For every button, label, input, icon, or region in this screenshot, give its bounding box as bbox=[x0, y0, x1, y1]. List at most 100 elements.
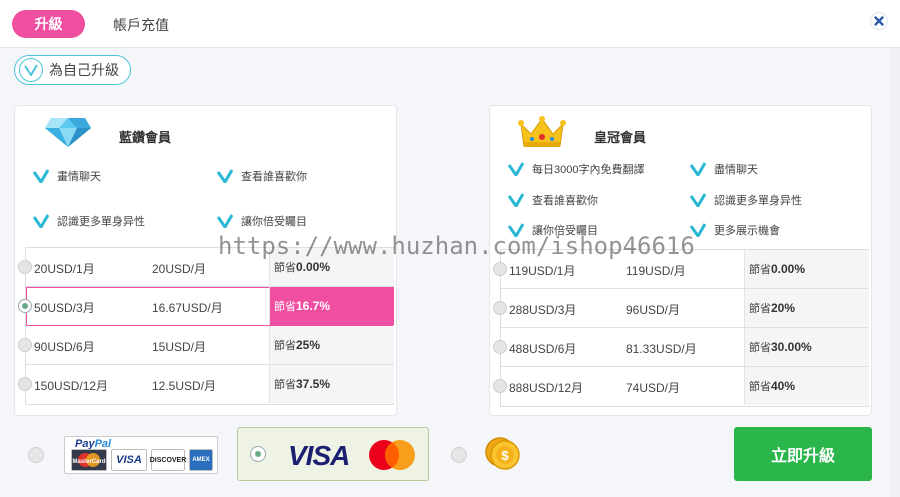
price-monthly: 20USD/月 bbox=[152, 262, 207, 276]
price-period: 150USD/12月 bbox=[34, 379, 109, 393]
price-radio[interactable] bbox=[493, 379, 507, 393]
coin-radio[interactable] bbox=[451, 447, 467, 463]
mastercard-icon: MasterCard bbox=[71, 449, 107, 471]
price-monthly: 74USD/月 bbox=[626, 381, 681, 395]
scrollbar[interactable] bbox=[890, 48, 900, 497]
price-saving: 節省 16.7% bbox=[269, 287, 394, 325]
visa-logo: VISA bbox=[288, 440, 350, 471]
price-period: 90USD/6月 bbox=[34, 340, 95, 354]
price-saving: 節省 40% bbox=[744, 367, 869, 405]
price-monthly: 81.33USD/月 bbox=[626, 342, 697, 356]
price-option[interactable]: 119USD/1月 119USD/月 節省 0.00% bbox=[493, 250, 869, 289]
price-option[interactable]: 288USD/3月 96USD/月 節省 20% bbox=[493, 289, 869, 328]
feature-label: 認識更多單身异性 bbox=[714, 195, 802, 207]
svg-text:MasterCard: MasterCard bbox=[72, 459, 105, 465]
feature-item: 查看誰喜歡你 bbox=[508, 192, 598, 208]
tab-upgrade[interactable]: 升級 bbox=[12, 10, 85, 38]
tab-account-topup[interactable]: 帳戶充值 bbox=[113, 15, 169, 35]
check-icon bbox=[690, 162, 706, 176]
feature-item: 畫情聊天 bbox=[33, 168, 101, 184]
check-icon bbox=[690, 223, 706, 237]
plan-title: 皇冠會員 bbox=[594, 130, 647, 145]
price-period: 488USD/6月 bbox=[509, 342, 577, 356]
price-saving: 節省 30.00% bbox=[744, 328, 869, 366]
diamond-icon bbox=[45, 118, 91, 147]
upgrade-now-button[interactable]: 立即升級 bbox=[734, 427, 872, 481]
price-period: 20USD/1月 bbox=[34, 262, 95, 276]
price-monthly: 96USD/月 bbox=[626, 303, 681, 317]
close-icon bbox=[870, 12, 888, 30]
feature-label: 認識更多單身异性 bbox=[57, 216, 145, 228]
feature-item: 每日3000字內免費翻譯 bbox=[508, 161, 644, 177]
check-icon bbox=[33, 214, 49, 228]
feature-item: 查看誰喜歡你 bbox=[217, 168, 307, 184]
feature-label: 查看誰喜歡你 bbox=[532, 195, 598, 207]
price-period: 50USD/3月 bbox=[34, 301, 95, 315]
coins-icon: $ bbox=[485, 437, 520, 470]
check-icon bbox=[33, 169, 49, 183]
feature-label: 盡情聊天 bbox=[714, 164, 758, 176]
feature-label: 讓你倍受矚目 bbox=[532, 225, 598, 237]
check-icon bbox=[217, 169, 233, 183]
blue-diamond-plan-panel: 藍鑽會員 畫情聊天 查看誰喜歡你 認識更多單身异性 讓你倍受矚目 20USD/1… bbox=[14, 105, 397, 416]
crown-icon bbox=[518, 116, 566, 147]
price-monthly: 119USD/月 bbox=[626, 264, 686, 278]
price-saving: 節省 0.00% bbox=[744, 250, 869, 288]
price-period: 119USD/1月 bbox=[509, 264, 576, 278]
paypal-radio[interactable] bbox=[28, 447, 44, 463]
visa-mastercard-option[interactable]: VISA bbox=[237, 427, 429, 481]
price-saving: 節省 0.00% bbox=[269, 248, 394, 286]
feature-label: 畫情聊天 bbox=[57, 171, 101, 183]
check-icon bbox=[508, 223, 524, 237]
upgrade-for-self-label: 為自己升級 bbox=[49, 62, 119, 78]
check-icon bbox=[217, 214, 233, 228]
upgrade-for-self-toggle[interactable]: 為自己升級 bbox=[14, 55, 131, 85]
feature-label: 讓你倍受矚目 bbox=[241, 216, 307, 228]
feature-item: 盡情聊天 bbox=[690, 161, 758, 177]
price-period: 288USD/3月 bbox=[509, 303, 577, 317]
mastercard-logo-icon bbox=[369, 440, 415, 470]
feature-label: 每日3000字內免費翻譯 bbox=[532, 164, 645, 176]
price-saving: 節省 37.5% bbox=[269, 365, 394, 403]
price-option[interactable]: 888USD/12月 74USD/月 節省 40% bbox=[493, 367, 869, 406]
feature-item: 更多展示機會 bbox=[690, 222, 780, 238]
check-icon bbox=[508, 162, 524, 176]
feature-item: 認識更多單身异性 bbox=[33, 213, 145, 229]
paypal-option[interactable]: PayPal MasterCard VISA DISCOVER AMEX bbox=[64, 436, 218, 474]
price-radio[interactable] bbox=[18, 338, 32, 352]
price-table: 119USD/1月 119USD/月 節省 0.00% 288USD/3月 96U… bbox=[493, 249, 869, 407]
price-saving: 節省 20% bbox=[744, 289, 869, 327]
feature-item: 讓你倍受矚目 bbox=[217, 213, 307, 229]
price-radio[interactable] bbox=[493, 340, 507, 354]
visa-radio[interactable] bbox=[250, 446, 266, 462]
price-monthly: 16.67USD/月 bbox=[152, 301, 223, 315]
check-icon bbox=[690, 193, 706, 207]
visa-card-icon: VISA bbox=[111, 449, 147, 471]
discover-card-icon: DISCOVER bbox=[150, 449, 186, 471]
check-circle-icon bbox=[19, 58, 43, 82]
feature-label: 更多展示機會 bbox=[714, 225, 780, 237]
price-monthly: 12.5USD/月 bbox=[152, 379, 217, 393]
feature-label: 查看誰喜歡你 bbox=[241, 171, 307, 183]
price-option[interactable]: 50USD/3月 16.67USD/月 節省 16.7% bbox=[18, 287, 394, 326]
price-radio[interactable] bbox=[18, 299, 32, 313]
check-icon bbox=[508, 193, 524, 207]
feature-item: 讓你倍受矚目 bbox=[508, 222, 598, 238]
price-option[interactable]: 20USD/1月 20USD/月 節省 0.00% bbox=[18, 248, 394, 287]
price-radio[interactable] bbox=[18, 260, 32, 274]
price-monthly: 15USD/月 bbox=[152, 340, 207, 354]
price-radio[interactable] bbox=[18, 377, 32, 391]
plan-title: 藍鑽會員 bbox=[119, 130, 172, 145]
price-option[interactable]: 150USD/12月 12.5USD/月 節省 37.5% bbox=[18, 365, 394, 404]
price-table: 20USD/1月 20USD/月 節省 0.00% 50USD/3月 16.67U… bbox=[18, 247, 394, 405]
price-option[interactable]: 90USD/6月 15USD/月 節省 25% bbox=[18, 326, 394, 365]
feature-item: 認識更多單身异性 bbox=[690, 192, 802, 208]
crown-plan-panel: 皇冠會員 每日3000字內免費翻譯 盡情聊天 查看誰喜歡你 認識更多單身异性 讓… bbox=[489, 105, 872, 416]
amex-card-icon: AMEX bbox=[189, 449, 213, 471]
price-radio[interactable] bbox=[493, 301, 507, 315]
close-button[interactable] bbox=[870, 12, 888, 30]
price-saving: 節省 25% bbox=[269, 326, 394, 364]
price-option[interactable]: 488USD/6月 81.33USD/月 節省 30.00% bbox=[493, 328, 869, 367]
svg-text:$: $ bbox=[501, 448, 509, 463]
price-radio[interactable] bbox=[493, 262, 507, 276]
